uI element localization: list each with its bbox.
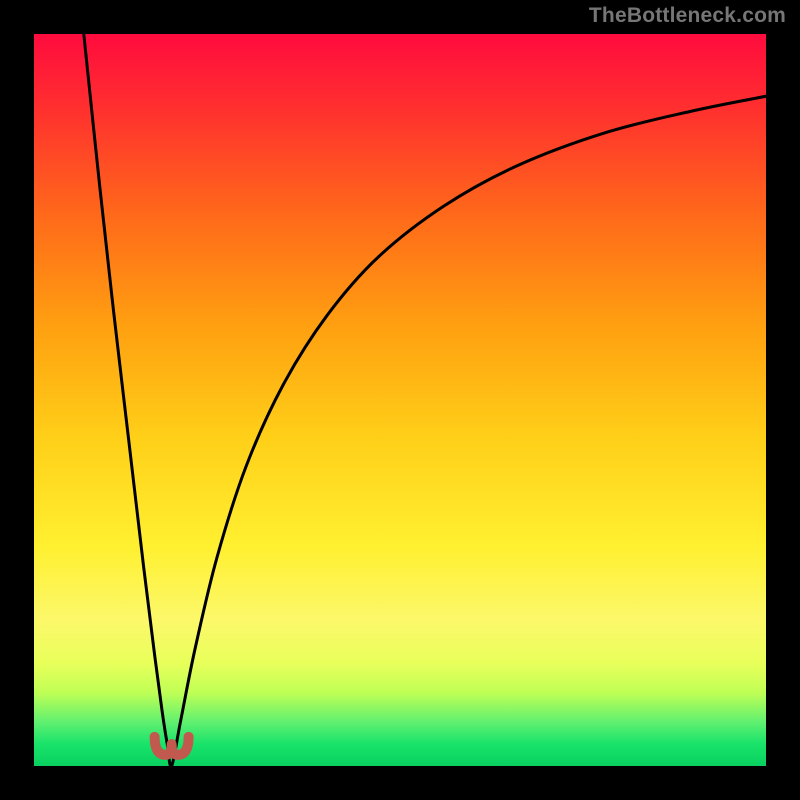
chart-frame: TheBottleneck.com [0,0,800,800]
bottleneck-curve [84,34,766,767]
minimum-marker [155,737,189,755]
chart-curve-layer [0,0,800,800]
